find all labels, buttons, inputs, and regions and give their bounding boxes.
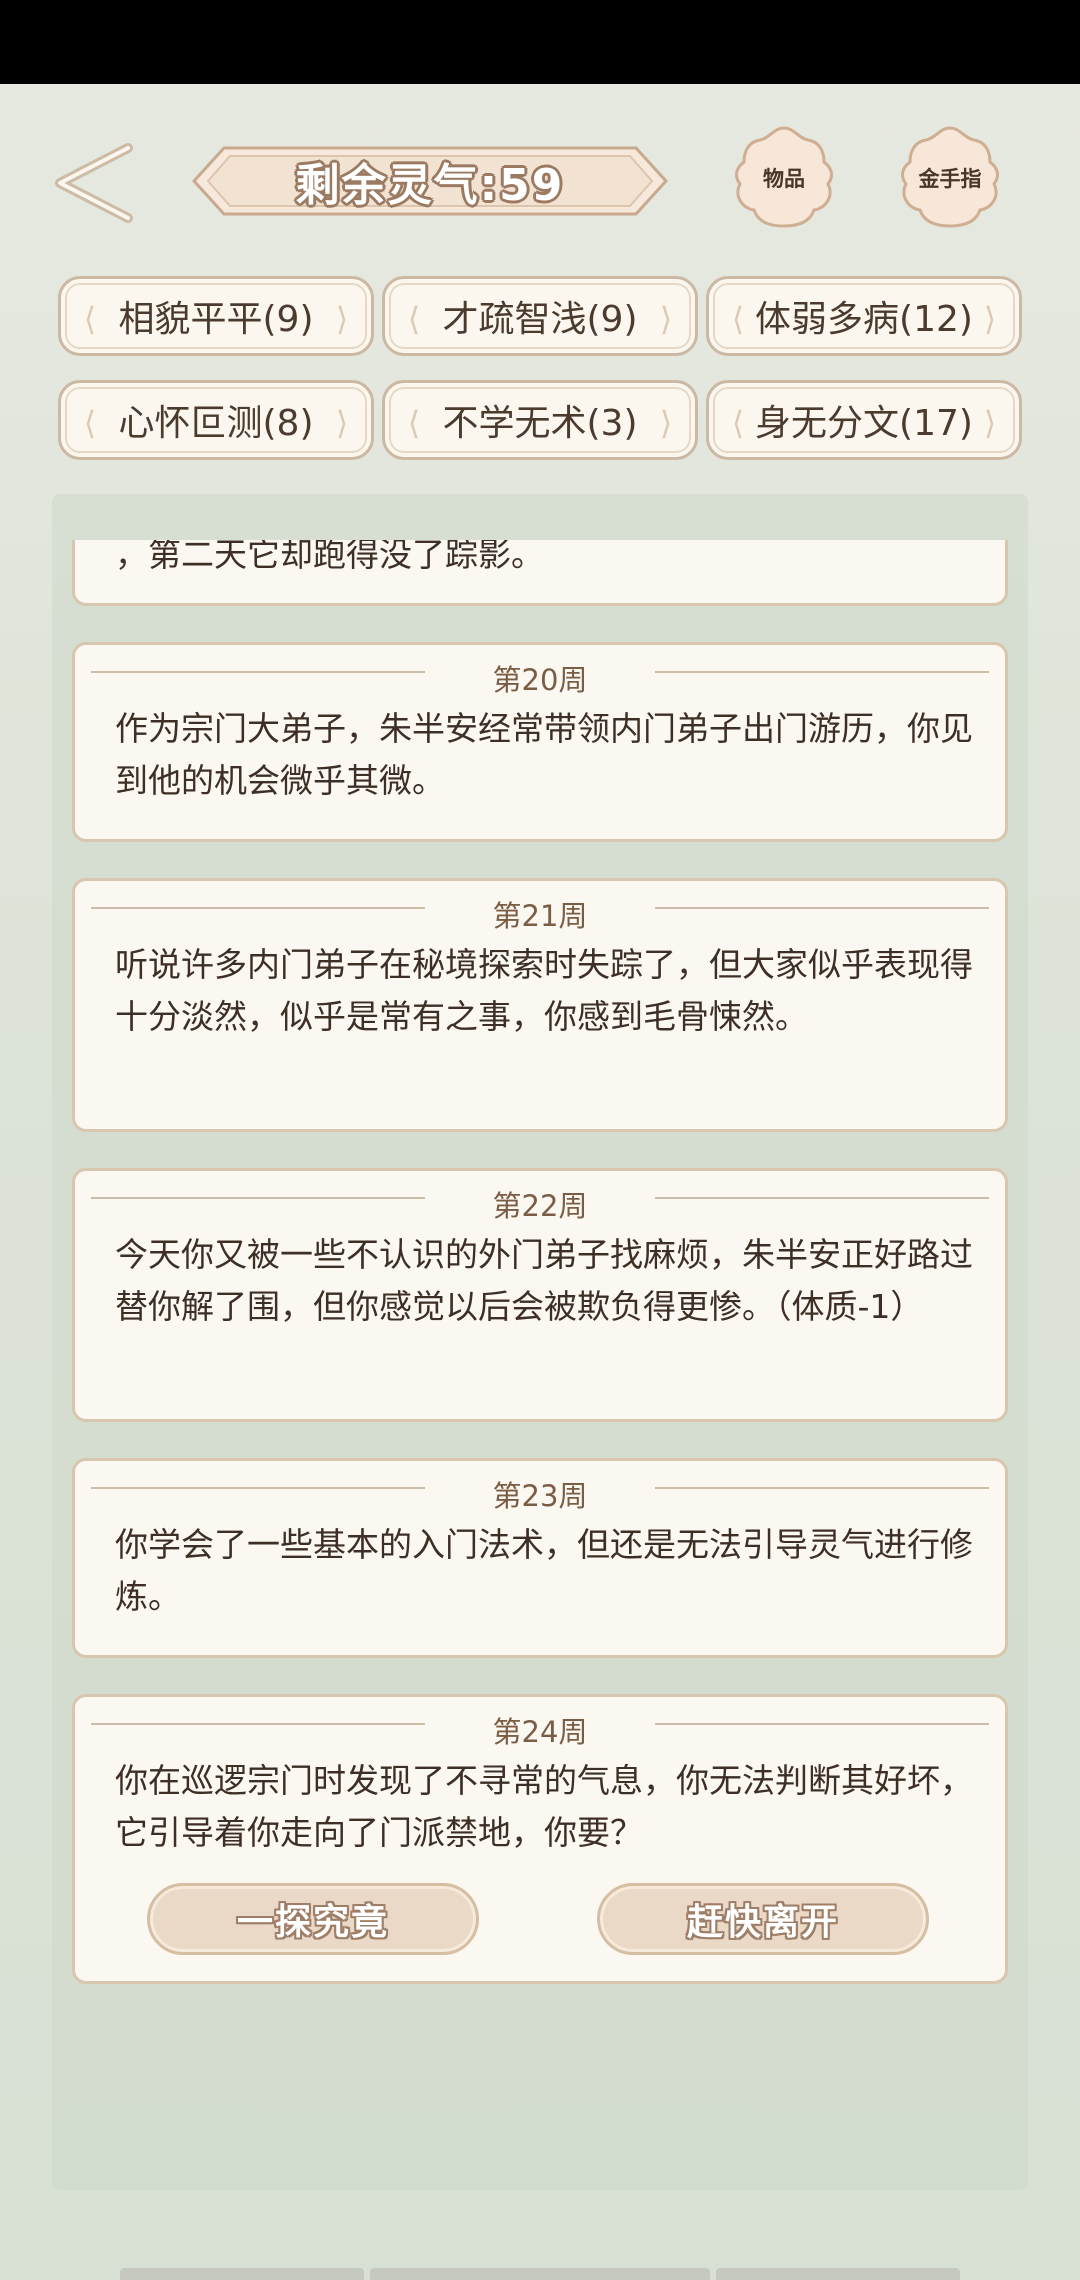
trait-label: 体弱多病(12) xyxy=(755,299,973,340)
cloud-ornament-icon: ⟩ xyxy=(659,404,673,442)
trait-label: 才疏智浅(9) xyxy=(442,299,638,340)
log-card-partial: ，第二天它却跑得没了踪影。 xyxy=(72,540,1008,606)
cloud-ornament-icon: ⟩ xyxy=(983,404,997,442)
trait-label: 相貌平平(9) xyxy=(118,299,314,340)
week-label: 第21周 xyxy=(492,899,588,933)
cloud-ornament-icon: ⟨ xyxy=(731,300,745,338)
log-text: 你学会了一些基本的入门法术，但还是无法引导灵气进行修炼。 xyxy=(115,1525,973,1616)
week-label: 第23周 xyxy=(492,1479,588,1513)
log-card-header: 第23周 xyxy=(91,1473,989,1513)
divider xyxy=(655,1487,989,1489)
divider xyxy=(655,671,989,673)
log-card-header: 第21周 xyxy=(91,893,989,933)
spirit-energy-label: 剩余灵气:59 xyxy=(295,160,565,211)
status-bar xyxy=(0,0,1080,84)
bottom-tab[interactable] xyxy=(120,2268,364,2280)
week-label: 第20周 xyxy=(492,663,588,697)
cloud-ornament-icon: ⟩ xyxy=(335,404,349,442)
divider xyxy=(655,907,989,909)
log-text: 听说许多内门弟子在秘境探索时失踪了，但大家似乎表现得十分淡然，似乎是常有之事，你… xyxy=(115,945,973,1036)
log-card-choice: 第24周 你在巡逻宗门时发现了不寻常的气息，你无法判断其好坏，它引导着你走向了门… xyxy=(72,1694,1008,1984)
trait-wealth[interactable]: ⟨ 身无分文(17) ⟩ xyxy=(706,380,1022,460)
log-text-partial: ，第二天它却跑得没了踪影。 xyxy=(115,540,544,574)
cloud-ornament-icon: ⟨ xyxy=(83,404,97,442)
cloud-ornament-icon: ⟨ xyxy=(731,404,745,442)
bottom-tab[interactable] xyxy=(370,2268,710,2280)
event-log-scroll[interactable]: ，第二天它却跑得没了踪影。 第20周 作为宗门大弟子，朱半安经常带领内门弟子出门… xyxy=(52,540,1028,2000)
divider xyxy=(655,1197,989,1199)
week-label: 第24周 xyxy=(492,1715,588,1749)
items-button-label: 物品 xyxy=(763,167,805,191)
cheat-button[interactable]: 金手指 xyxy=(894,122,1006,234)
explore-button[interactable]: 一探究竟 xyxy=(147,1883,479,1955)
trait-heart[interactable]: ⟨ 心怀叵测(8) ⟩ xyxy=(58,380,374,460)
spirit-energy-banner: 剩余灵气:59 xyxy=(190,142,670,220)
log-text: 作为宗门大弟子，朱半安经常带领内门弟子出门游历，你见到他的机会微乎其微。 xyxy=(115,709,973,800)
trait-label: 不学无术(3) xyxy=(442,403,638,444)
cloud-ornament-icon: ⟨ xyxy=(407,300,421,338)
trait-label: 身无分文(17) xyxy=(755,403,973,444)
log-card: 第21周 听说许多内门弟子在秘境探索时失踪了，但大家似乎表现得十分淡然，似乎是常… xyxy=(72,878,1008,1132)
log-card-header: 第20周 xyxy=(91,657,989,697)
log-text: 你在巡逻宗门时发现了不寻常的气息，你无法判断其好坏，它引导着你走向了门派禁地，你… xyxy=(115,1761,973,1852)
back-arrow-icon xyxy=(55,143,133,223)
week-label: 第22周 xyxy=(492,1189,588,1223)
log-card-header: 第22周 xyxy=(91,1183,989,1223)
cloud-ornament-icon: ⟨ xyxy=(83,300,97,338)
items-button[interactable]: 物品 xyxy=(728,122,840,234)
cheat-button-label: 金手指 xyxy=(918,167,982,191)
log-card-header: 第24周 xyxy=(91,1709,989,1749)
log-card: 第20周 作为宗门大弟子，朱半安经常带领内门弟子出门游历，你见到他的机会微乎其微… xyxy=(72,642,1008,842)
trait-label: 心怀叵测(8) xyxy=(118,403,314,444)
divider xyxy=(655,1723,989,1725)
trait-learning[interactable]: ⟨ 不学无术(3) ⟩ xyxy=(382,380,698,460)
trait-constitution[interactable]: ⟨ 体弱多病(12) ⟩ xyxy=(706,276,1022,356)
cloud-ornament-icon: ⟨ xyxy=(407,404,421,442)
bottom-tab[interactable] xyxy=(716,2268,960,2280)
log-card: 第22周 今天你又被一些不认识的外门弟子找麻烦，朱半安正好路过替你解了围，但你感… xyxy=(72,1168,1008,1422)
cloud-ornament-icon: ⟩ xyxy=(335,300,349,338)
leave-button[interactable]: 赶快离开 xyxy=(597,1883,929,1955)
trait-appearance[interactable]: ⟨ 相貌平平(9) ⟩ xyxy=(58,276,374,356)
trait-intelligence[interactable]: ⟨ 才疏智浅(9) ⟩ xyxy=(382,276,698,356)
back-button[interactable] xyxy=(52,140,138,226)
log-card: 第23周 你学会了一些基本的入门法术，但还是无法引导灵气进行修炼。 xyxy=(72,1458,1008,1658)
log-text: 今天你又被一些不认识的外门弟子找麻烦，朱半安正好路过替你解了围，但你感觉以后会被… xyxy=(115,1235,973,1326)
cloud-ornament-icon: ⟩ xyxy=(659,300,673,338)
cloud-ornament-icon: ⟩ xyxy=(983,300,997,338)
